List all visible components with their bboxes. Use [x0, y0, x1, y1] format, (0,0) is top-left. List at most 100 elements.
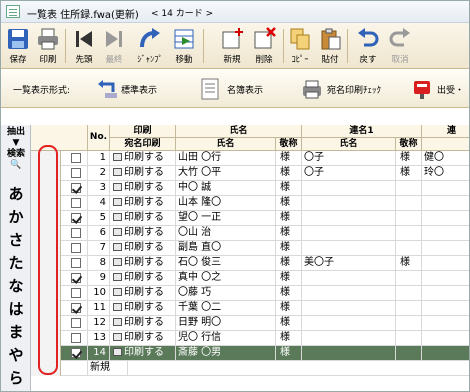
print-cell[interactable]: 印刷する	[110, 211, 176, 226]
meibo-view-option[interactable]: 名簿表示	[227, 83, 263, 96]
table-row[interactable]: 14 印刷する 斎藤 〇男様	[31, 346, 469, 361]
honorific-cell[interactable]: 様	[276, 166, 302, 181]
table-row[interactable]: 2 印刷する 大竹 〇平様〇子様玲〇	[31, 166, 469, 181]
next-name-cell[interactable]	[422, 196, 469, 211]
kana-index-5[interactable]: な	[1, 275, 31, 296]
checkbox-cell[interactable]	[61, 271, 88, 286]
row-checkbox[interactable]	[71, 213, 81, 223]
joint-name-cell[interactable]: 美〇子	[302, 256, 396, 271]
row-selector[interactable]	[31, 151, 61, 166]
print-cell[interactable]: 印刷する	[110, 256, 176, 271]
joint-name-cell[interactable]	[302, 301, 396, 316]
checkbox-cell[interactable]	[61, 226, 88, 241]
row-number[interactable]: 11	[88, 301, 110, 316]
row-checkbox[interactable]	[71, 243, 81, 253]
honorific-cell[interactable]: 様	[276, 181, 302, 196]
joint-name-cell[interactable]: 〇子	[302, 151, 396, 166]
row-checkbox[interactable]	[71, 168, 81, 178]
honorific-cell[interactable]: 様	[276, 196, 302, 211]
next-name-cell[interactable]	[422, 301, 469, 316]
next-name-cell[interactable]	[422, 346, 469, 361]
joint-name-cell[interactable]	[302, 241, 396, 256]
row-checkbox[interactable]	[71, 348, 81, 358]
row-checkbox[interactable]	[71, 333, 81, 343]
row-number[interactable]: 13	[88, 331, 110, 346]
table-row[interactable]: 11 印刷する 千葉 〇二様	[31, 301, 469, 316]
kana-index-3[interactable]: さ	[1, 229, 31, 250]
checkbox-cell[interactable]	[61, 256, 88, 271]
next-name-cell[interactable]	[422, 271, 469, 286]
row-number[interactable]: 2	[88, 166, 110, 181]
row-selector[interactable]	[31, 166, 61, 181]
honorific-cell[interactable]: 様	[276, 271, 302, 286]
name-cell[interactable]: 〇藤 巧	[176, 286, 276, 301]
checkbox-cell[interactable]	[61, 166, 88, 181]
next-name-cell[interactable]	[422, 181, 469, 196]
checkbox-cell[interactable]	[61, 346, 88, 361]
next-name-cell[interactable]	[422, 211, 469, 226]
checkbox-cell[interactable]	[61, 286, 88, 301]
joint-honorific-cell[interactable]	[396, 211, 422, 226]
joint-honorific-cell[interactable]	[396, 301, 422, 316]
print-cell[interactable]: 印刷する	[110, 286, 176, 301]
table-row[interactable]: 8 印刷する 石〇 俊三様美〇子様	[31, 256, 469, 271]
joint-name-cell[interactable]	[302, 181, 396, 196]
table-row[interactable]: 3 印刷する 中〇 誠様	[31, 181, 469, 196]
row-number[interactable]: 5	[88, 211, 110, 226]
next-name-cell[interactable]: 玲〇	[422, 166, 469, 181]
print-cell[interactable]: 印刷する	[110, 226, 176, 241]
next-name-cell[interactable]	[422, 256, 469, 271]
paste-button[interactable]: 貼付	[315, 25, 345, 67]
kana-index-9[interactable]: ら	[1, 367, 31, 388]
name-cell[interactable]: 斎藤 〇男	[176, 346, 276, 361]
kana-index-4[interactable]: た	[1, 252, 31, 273]
joint-honorific-cell[interactable]	[396, 271, 422, 286]
table-row[interactable]: 7 印刷する 副島 直〇様	[31, 241, 469, 256]
name-cell[interactable]: 千葉 〇二	[176, 301, 276, 316]
honorific-cell[interactable]: 様	[276, 241, 302, 256]
honorific-cell[interactable]: 様	[276, 226, 302, 241]
row-number[interactable]: 6	[88, 226, 110, 241]
kana-index-7[interactable]: ま	[1, 321, 31, 342]
honorific-cell[interactable]: 様	[276, 316, 302, 331]
print-cell[interactable]: 印刷する	[110, 151, 176, 166]
name-cell[interactable]: 真中 〇之	[176, 271, 276, 286]
print-cell[interactable]: 印刷する	[110, 331, 176, 346]
joint-honorific-cell[interactable]	[396, 331, 422, 346]
row-number[interactable]: 4	[88, 196, 110, 211]
table-row[interactable]: 4 印刷する 山本 隆〇様	[31, 196, 469, 211]
checkbox-cell[interactable]	[61, 316, 88, 331]
move-button[interactable]: 移動	[169, 25, 199, 67]
joint-honorific-cell[interactable]	[396, 196, 422, 211]
name-cell[interactable]: 副島 直〇	[176, 241, 276, 256]
joint-honorific-cell[interactable]: 様	[396, 166, 422, 181]
undo-button[interactable]: 戻す	[353, 25, 383, 67]
next-name-cell[interactable]: 健〇	[422, 151, 469, 166]
honorific-cell[interactable]: 様	[276, 211, 302, 226]
row-number[interactable]: 8	[88, 256, 110, 271]
name-cell[interactable]: 児〇 行信	[176, 331, 276, 346]
row-checkbox[interactable]	[71, 183, 81, 193]
row-selector[interactable]	[31, 196, 61, 211]
joint-name-cell[interactable]	[302, 346, 396, 361]
print-cell[interactable]: 印刷する	[110, 316, 176, 331]
joint-name-cell[interactable]	[302, 226, 396, 241]
name-cell[interactable]: 日野 明〇	[176, 316, 276, 331]
print-cell[interactable]: 印刷する	[110, 166, 176, 181]
kana-index-8[interactable]: や	[1, 344, 31, 365]
kana-index-6[interactable]: は	[1, 298, 31, 319]
joint-name-cell[interactable]	[302, 271, 396, 286]
joint-honorific-cell[interactable]	[396, 181, 422, 196]
honorific-cell[interactable]: 様	[276, 301, 302, 316]
jump-button[interactable]: ｼﾞｬﾝﾌﾟ	[133, 25, 167, 67]
row-selector[interactable]	[31, 316, 61, 331]
honorific-cell[interactable]: 様	[276, 286, 302, 301]
joint-name-cell[interactable]	[302, 211, 396, 226]
first-button[interactable]: 先頭	[69, 25, 99, 67]
name-cell[interactable]: 石〇 俊三	[176, 256, 276, 271]
row-checkbox[interactable]	[71, 258, 81, 268]
joint-honorific-cell[interactable]	[396, 241, 422, 256]
print-cell[interactable]: 印刷する	[110, 301, 176, 316]
delete-button[interactable]: 削除	[249, 25, 279, 67]
print-cell[interactable]: 印刷する	[110, 181, 176, 196]
